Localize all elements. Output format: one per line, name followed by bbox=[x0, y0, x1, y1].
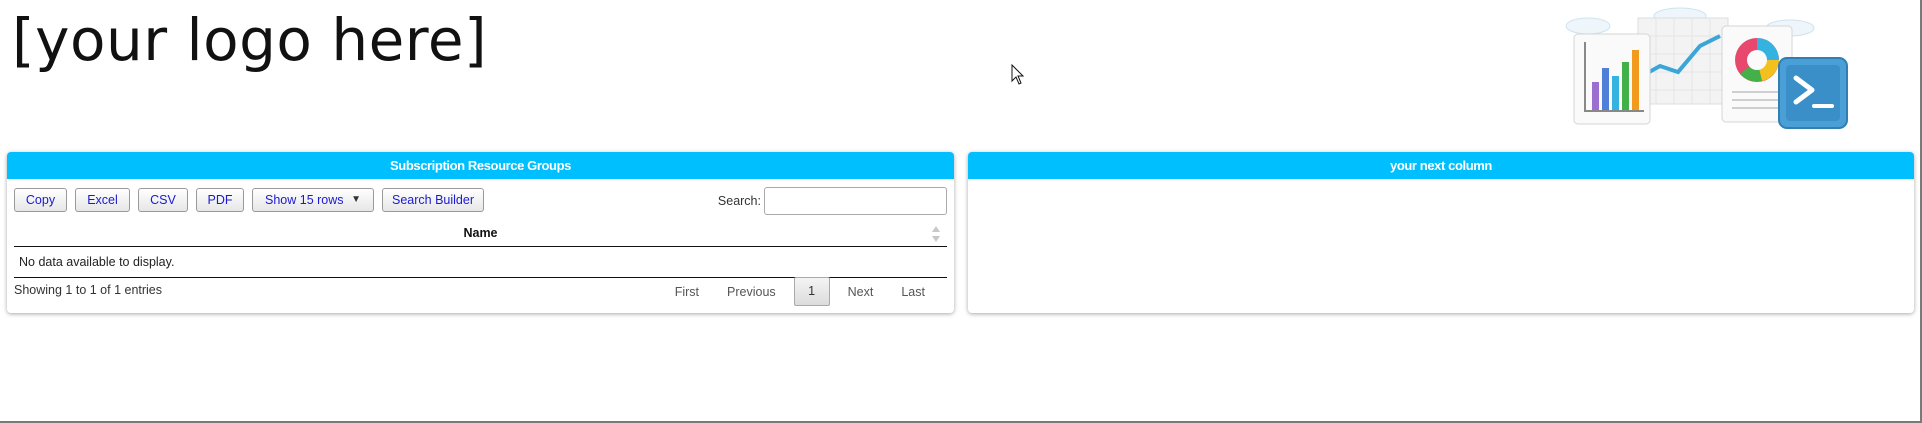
line-chart-icon bbox=[1637, 17, 1729, 105]
pagination: First Previous 1 Next Last bbox=[661, 277, 939, 306]
search-label: Search: bbox=[717, 194, 761, 208]
table-toolbar: Copy Excel CSV PDF Show 15 rows ▼ Search … bbox=[14, 188, 484, 212]
sort-icon[interactable] bbox=[931, 225, 941, 243]
panel-title: Subscription Resource Groups bbox=[7, 152, 954, 179]
search-builder-button[interactable]: Search Builder bbox=[382, 188, 484, 212]
table-header: Name bbox=[14, 222, 947, 247]
hero-illustration bbox=[1565, 7, 1848, 129]
pagination-previous[interactable]: Previous bbox=[713, 278, 790, 306]
search-input[interactable] bbox=[764, 187, 947, 215]
subscription-resource-groups-panel: Subscription Resource Groups Copy Excel … bbox=[7, 152, 954, 313]
page-length-label: Show 15 rows bbox=[265, 193, 344, 207]
powershell-icon bbox=[1778, 57, 1848, 129]
csv-button[interactable]: CSV bbox=[138, 188, 188, 212]
pagination-next[interactable]: Next bbox=[834, 278, 888, 306]
next-column-panel: your next column bbox=[968, 152, 1914, 313]
page: [your logo here] Subscription Resource G… bbox=[0, 0, 1922, 423]
table-row: No data available to display. bbox=[14, 248, 947, 278]
chevron-down-icon: ▼ bbox=[351, 194, 361, 205]
pdf-button[interactable]: PDF bbox=[196, 188, 244, 212]
bar-chart-icon bbox=[1573, 33, 1651, 125]
table-info: Showing 1 to 1 of 1 entries bbox=[14, 283, 163, 297]
empty-table-message: No data available to display. bbox=[19, 255, 175, 269]
column-header-name[interactable]: Name bbox=[14, 222, 947, 244]
pagination-page-current[interactable]: 1 bbox=[793, 277, 830, 306]
pagination-last[interactable]: Last bbox=[887, 278, 939, 306]
page-length-button[interactable]: Show 15 rows ▼ bbox=[252, 188, 374, 212]
excel-button[interactable]: Excel bbox=[75, 188, 130, 212]
mouse-cursor-icon bbox=[1011, 64, 1025, 85]
panel-title: your next column bbox=[968, 152, 1914, 179]
search-box: Search: bbox=[718, 187, 947, 215]
copy-button[interactable]: Copy bbox=[14, 188, 67, 212]
pagination-first[interactable]: First bbox=[661, 278, 713, 306]
logo-placeholder: [your logo here] bbox=[12, 6, 488, 74]
